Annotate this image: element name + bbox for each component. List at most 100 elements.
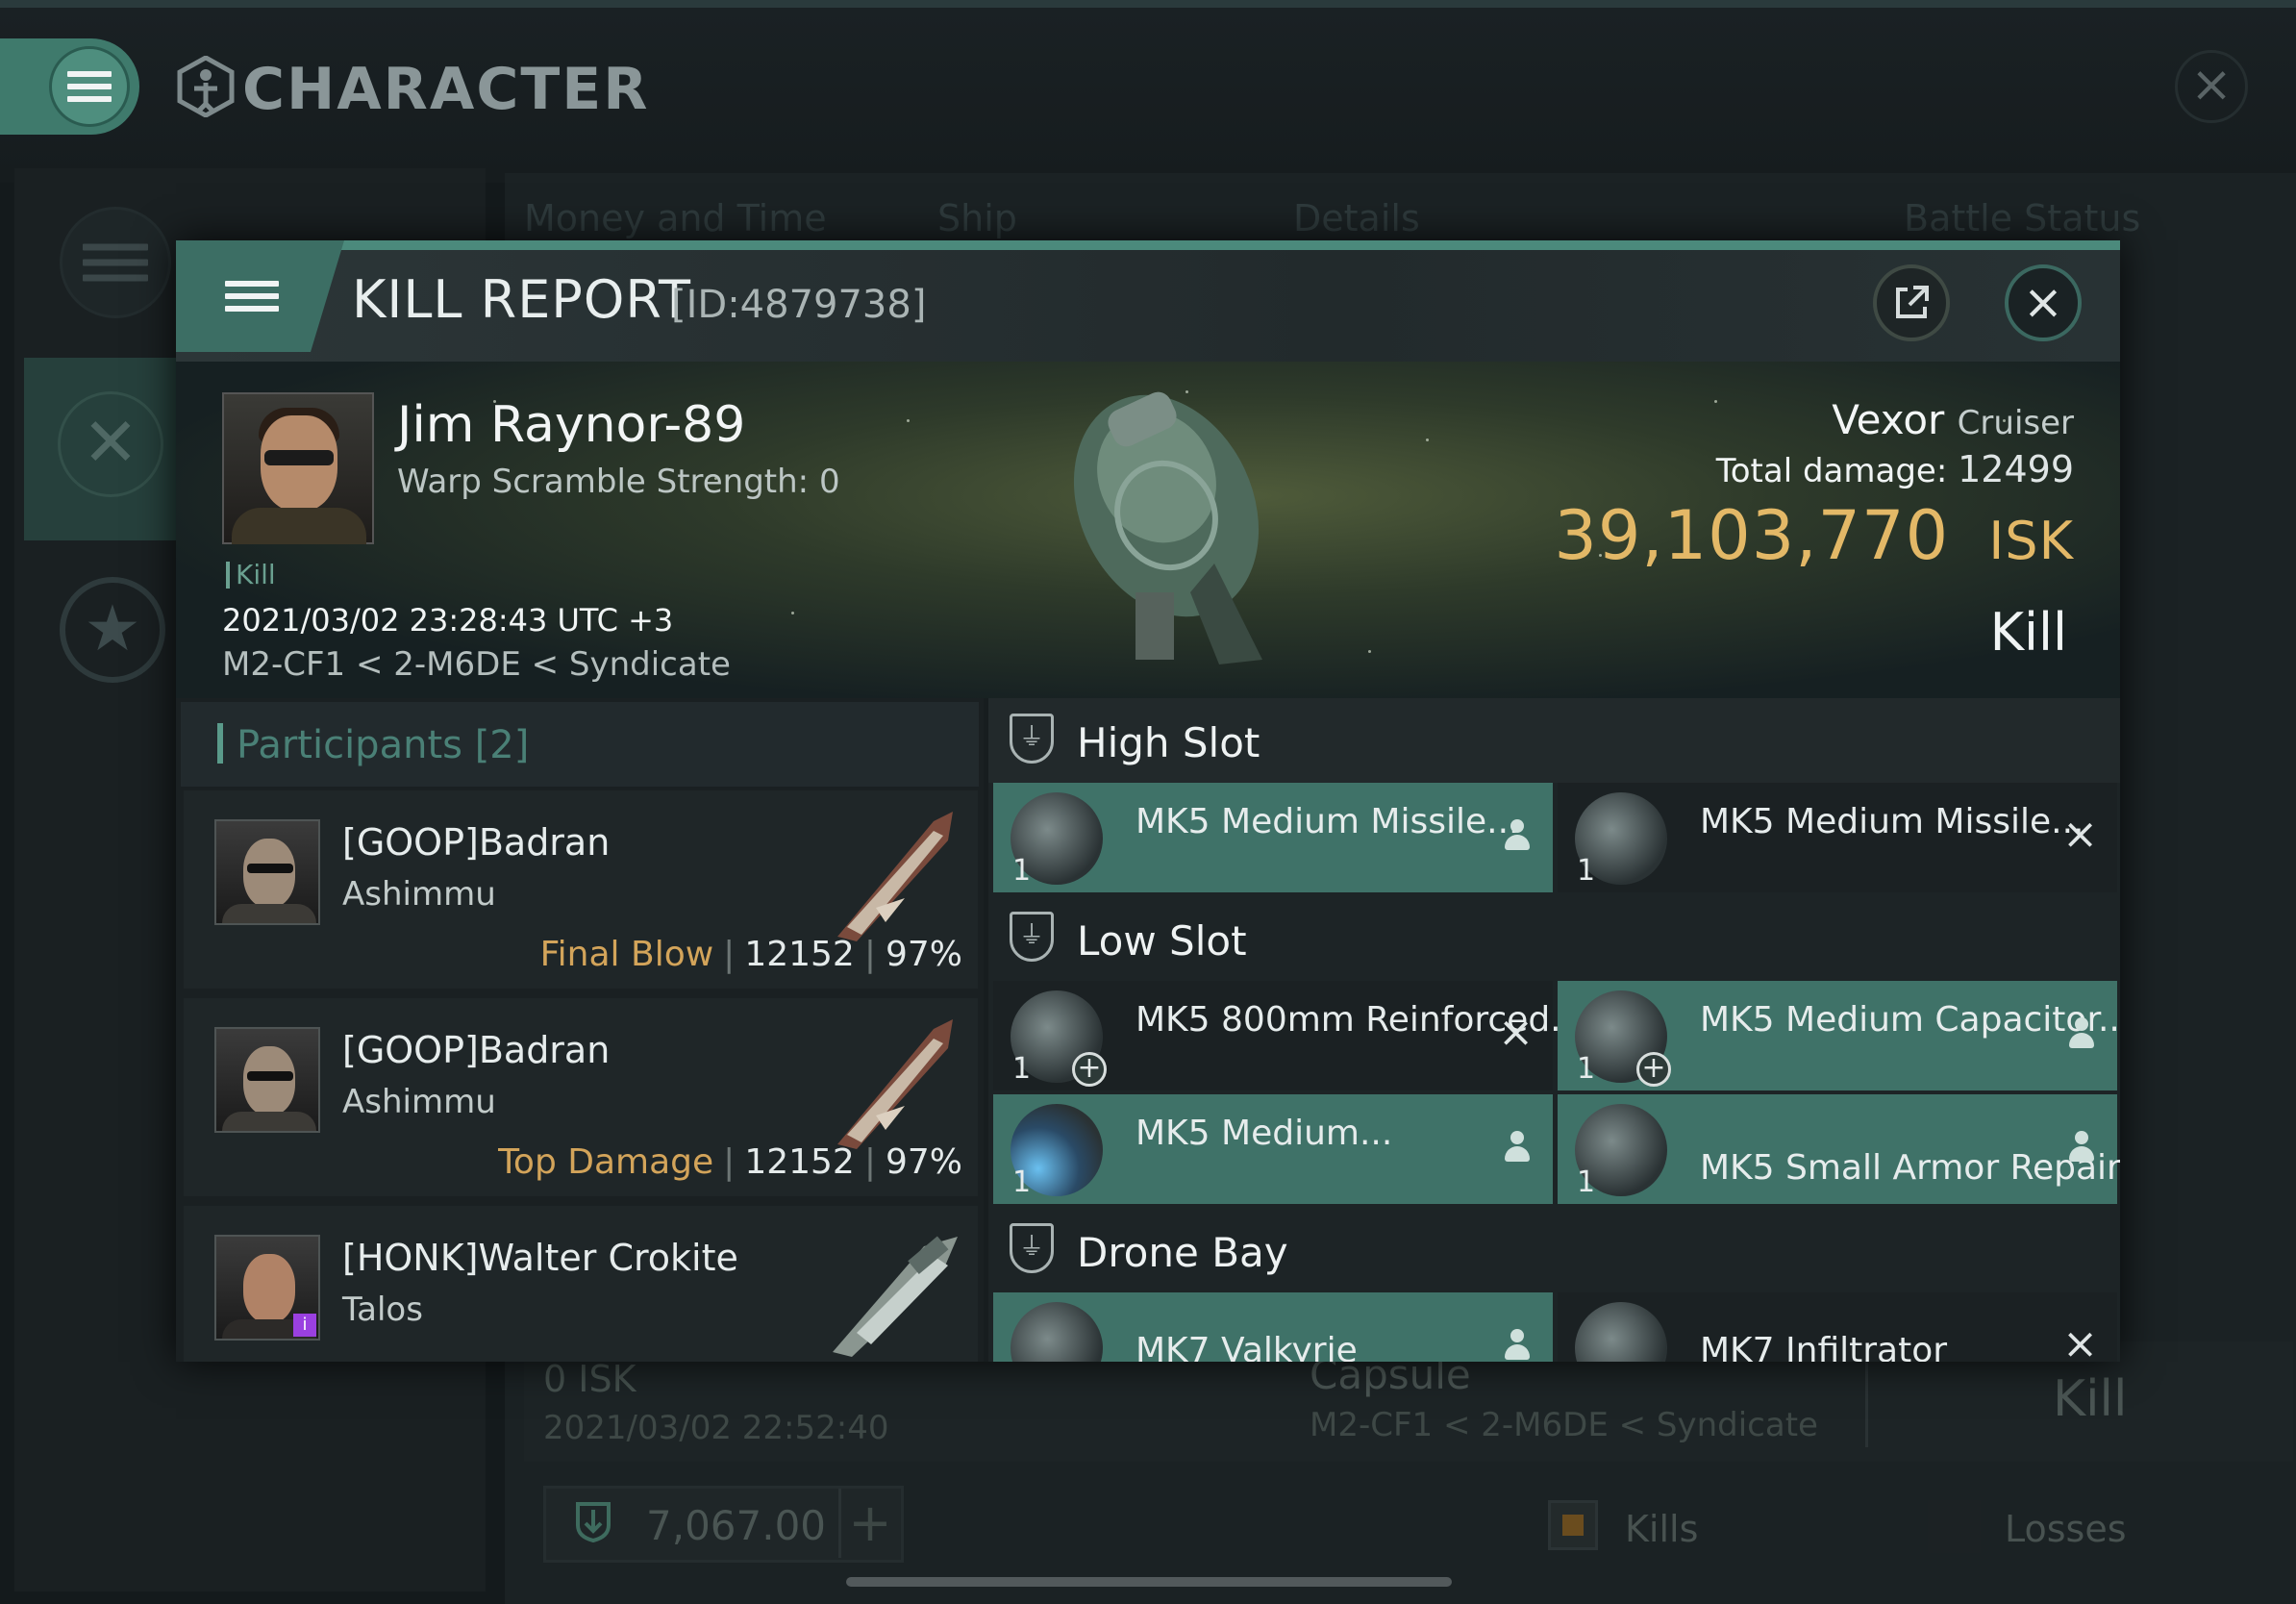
page-title: CHARACTER	[242, 56, 650, 123]
column-header-ship: Ship	[937, 197, 1017, 239]
participant-name: [HONK]Walter Crokite	[342, 1237, 738, 1279]
person-icon	[1503, 1131, 1532, 1164]
row-time: 2021/03/02 22:52:40	[543, 1409, 889, 1447]
participant-row[interactable]: i [HONK]Walter Crokite Talos	[184, 1206, 978, 1362]
item-name: MK7 Valkyrie	[1136, 1331, 1358, 1362]
item-name: MK5 Medium Missile...	[1700, 802, 2084, 841]
kills-tab[interactable]: ✕	[24, 358, 183, 540]
ship-image	[818, 1217, 962, 1362]
row-status: Kill	[2053, 1370, 2128, 1428]
battle-status: Kill	[1989, 602, 2067, 663]
avatar	[214, 1027, 320, 1133]
participants-panel: Participants [2] [GOOP]Badran Ashimmu Fi…	[176, 698, 984, 1362]
item-name: MK5 Medium Missile...	[1136, 802, 1520, 841]
close-icon[interactable]: ×	[2005, 264, 2082, 341]
victim-ship: Vexor Cruiser	[1832, 396, 2074, 443]
scrollbar[interactable]	[846, 1577, 1452, 1587]
item-qty: 1	[1012, 1165, 1032, 1199]
column-header-money: Money and Time	[524, 197, 827, 239]
person-icon	[2067, 1131, 2096, 1164]
participant-damage: 12152	[744, 1142, 855, 1182]
kill-tag: Kill	[226, 562, 276, 589]
module-item[interactable]: 1 MK5 Medium...	[993, 1094, 1553, 1204]
module-item[interactable]: 1 MK5 Medium Missile...	[993, 783, 1553, 892]
avatar: i	[214, 1235, 320, 1341]
module-item[interactable]: 1 MK5 Medium Capacitor...	[1558, 981, 2120, 1090]
kills-label: Kills	[1625, 1508, 1699, 1550]
losses-checkbox[interactable]	[1928, 1500, 1981, 1553]
drone-item[interactable]: MK7 Valkyrie	[993, 1292, 1553, 1362]
isk-unit: ISK	[1988, 511, 2074, 571]
participant-ship: Talos	[342, 1291, 423, 1329]
item-name: MK5 Small Armor Repairer	[1700, 1148, 2120, 1188]
column-header-status: Battle Status	[1904, 197, 2141, 239]
total-damage-label: Total damage:	[1715, 452, 1948, 490]
shield-slot-icon: ⏚	[1010, 714, 1054, 764]
wallet-value: 7,067.00	[646, 1502, 827, 1549]
low-slot-title: Low Slot	[1077, 917, 1247, 965]
isk-amount: 39,103,770	[1554, 496, 1950, 575]
total-damage: Total damage: 12499	[1716, 448, 2074, 490]
participants-header: Participants [2]	[181, 702, 979, 787]
drone-item[interactable]: MK7 Infiltrator ×	[1558, 1292, 2117, 1362]
participant-ship: Ashimmu	[342, 1083, 496, 1121]
losses-label: Losses	[2005, 1508, 2127, 1550]
participant-percent: 97%	[885, 935, 962, 974]
module-item[interactable]: 1 MK5 800mm Reinforced... ×	[993, 981, 1584, 1090]
person-icon	[2067, 1017, 2096, 1050]
kills-checkbox[interactable]	[1548, 1500, 1598, 1550]
high-slot-title: High Slot	[1077, 719, 1260, 766]
victim-name[interactable]: Jim Raynor-89	[397, 396, 745, 454]
isk-value: 39,103,770 ISK	[1554, 496, 2074, 575]
victim-banner: Jim Raynor-89 Warp Scramble Strength: 0 …	[176, 362, 2120, 698]
main-menu-button[interactable]	[0, 38, 139, 135]
shield-slot-icon: ⏚	[1010, 912, 1054, 962]
kill-report-dialog: KILL REPORT [ID:4879738] × Jim Raynor-89…	[176, 240, 2120, 1362]
destroyed-icon: ×	[1498, 1008, 1534, 1057]
corp-badge-icon: i	[293, 1314, 316, 1337]
drone-bay-title: Drone Bay	[1077, 1229, 1288, 1276]
item-qty: 1	[1012, 854, 1032, 888]
star-icon[interactable]: ★	[60, 577, 165, 683]
drone-icon	[1575, 1302, 1667, 1362]
shield-slot-icon: ⏚	[1010, 1223, 1054, 1273]
victim-ship-image[interactable]	[1022, 371, 1339, 689]
column-header-details: Details	[1293, 197, 1420, 239]
warp-scramble-strength: Warp Scramble Strength: 0	[397, 463, 840, 501]
kill-location: M2-CF1 < 2-M6DE < Syndicate	[222, 645, 731, 684]
participant-name: [GOOP]Badran	[342, 821, 611, 864]
participant-percent: 97%	[885, 1142, 962, 1182]
character-icon	[175, 56, 237, 117]
ship-image	[818, 1010, 962, 1154]
total-damage-value: 12499	[1958, 448, 2074, 490]
list-view-button[interactable]	[60, 207, 171, 318]
item-name: MK5 Medium Capacitor...	[1700, 1000, 2120, 1040]
close-icon[interactable]: ×	[2175, 50, 2248, 123]
person-icon	[1503, 819, 1532, 852]
participant-row[interactable]: [GOOP]Badran Ashimmu Final Blow | 12152 | 97…	[184, 790, 978, 989]
menu-icon	[224, 274, 279, 318]
module-item[interactable]: 1 MK5 Medium Missile... ×	[1558, 783, 2117, 892]
external-link-icon[interactable]	[1873, 264, 1950, 341]
item-name: MK5 Medium...	[1136, 1114, 1393, 1153]
menu-icon	[49, 46, 130, 127]
ship-class: Cruiser	[1957, 404, 2074, 442]
item-qty: 1	[1577, 854, 1596, 888]
high-slot-header: ⏚ High Slot	[988, 698, 2120, 783]
final-blow-label: Final Blow	[539, 935, 714, 974]
dialog-title: KILL REPORT	[352, 269, 691, 330]
participants-count: [2]	[474, 723, 530, 767]
item-qty: 1	[1577, 1052, 1596, 1086]
avatar[interactable]	[222, 392, 374, 544]
participant-ship: Ashimmu	[342, 875, 496, 914]
participant-name: [GOOP]Badran	[342, 1029, 611, 1071]
top-damage-label: Top Damage	[498, 1142, 714, 1182]
plus-icon[interactable]: +	[838, 1489, 899, 1558]
row-isk: 0 ISK	[543, 1358, 636, 1400]
kill-datetime: 2021/03/02 23:28:43 UTC +3	[222, 602, 674, 639]
participant-row[interactable]: [GOOP]Badran Ashimmu Top Damage | 12152 | 97…	[184, 998, 978, 1196]
destroyed-icon: ×	[2062, 1319, 2098, 1362]
module-item[interactable]: 1 MK5 Small Armor Repairer	[1558, 1094, 2120, 1204]
person-icon	[1503, 1329, 1532, 1362]
low-slot-header: ⏚ Low Slot	[988, 896, 2120, 981]
